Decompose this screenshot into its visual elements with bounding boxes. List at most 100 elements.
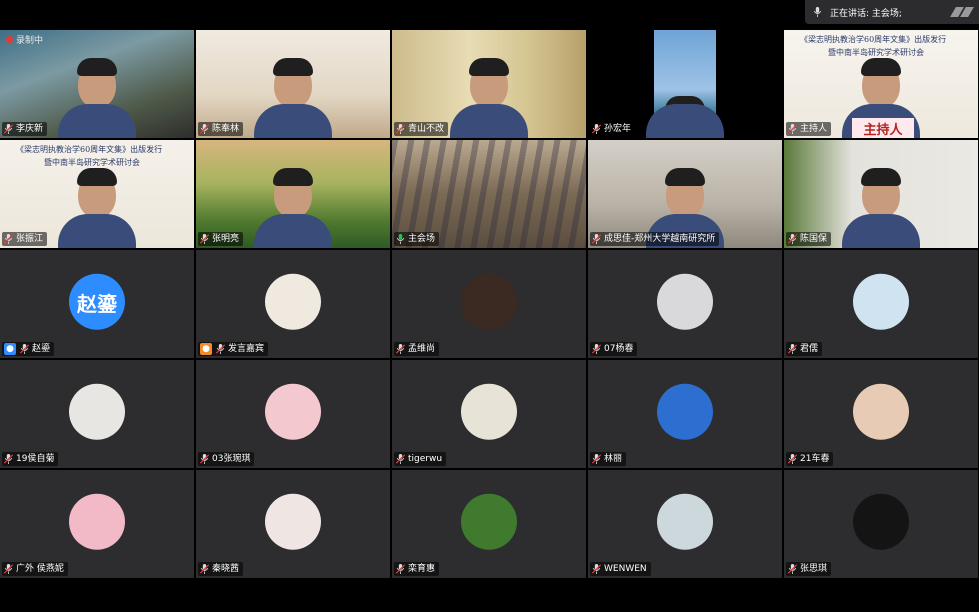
participant-tile[interactable]: 赵鎏 ● 赵鎏 <box>0 250 194 358</box>
mic-icon <box>788 234 797 244</box>
name-tag: 张振江 <box>2 232 48 246</box>
participant-video-figure <box>58 52 136 138</box>
participant-name: 21车春 <box>800 454 830 464</box>
mic-icon <box>592 234 601 244</box>
name-tag: 成思佳-郑州大学越南研究所 <box>590 232 720 246</box>
mic-icon <box>788 124 797 134</box>
participant-tile[interactable]: 《梁志明执教治学60周年文集》出版发行 暨中南半岛研究学术研讨会 张振江 <box>0 140 194 248</box>
participant-name: 陈国保 <box>800 234 828 244</box>
mic-icon <box>200 124 209 134</box>
participant-name: 赵鎏 <box>32 344 51 354</box>
participant-tile[interactable]: 张思琪 <box>784 470 978 578</box>
avatar <box>265 383 321 440</box>
participant-name: 张思琪 <box>800 564 828 574</box>
participant-tile[interactable]: 陈国保 <box>784 140 978 248</box>
participant-name: 广外 侯燕妮 <box>16 564 64 574</box>
participant-tile[interactable]: 秦晓茜 <box>196 470 390 578</box>
expand-icon[interactable] <box>950 7 974 17</box>
participant-name: 发言嘉宾 <box>228 344 265 354</box>
participant-tile[interactable]: 主会场 <box>392 140 586 248</box>
name-tag: 广外 侯燕妮 <box>2 562 68 576</box>
mic-icon <box>396 564 405 574</box>
gallery-view: 录制中 李庆新陈奉林 青山不改 孙宏年《梁志明执教治学60周年文集》出版发行 暨中南半岛… <box>0 30 979 580</box>
participant-name: 秦晓茜 <box>212 564 240 574</box>
participant-tile[interactable]: 03张琬琪 <box>196 360 390 468</box>
mic-icon <box>592 124 601 134</box>
participant-name: 君儒 <box>800 344 819 354</box>
participant-tile[interactable]: 栾育惠 <box>392 470 586 578</box>
participant-tile[interactable]: ● 发言嘉宾 <box>196 250 390 358</box>
participant-tile[interactable]: tigerwu <box>392 360 586 468</box>
name-tag: 21车春 <box>786 452 834 466</box>
mic-icon <box>788 344 797 354</box>
mic-active-icon <box>396 234 405 244</box>
avatar <box>853 383 909 440</box>
name-tag: 张明亮 <box>198 232 244 246</box>
avatar <box>657 383 713 440</box>
user-icon: ● <box>200 343 212 355</box>
name-tag: 主持人 <box>786 122 832 136</box>
mic-icon <box>200 454 209 464</box>
participant-name: 07杨春 <box>604 344 634 354</box>
mic-icon <box>4 564 13 574</box>
avatar <box>657 493 713 550</box>
participant-tile[interactable]: 成思佳-郑州大学越南研究所 <box>588 140 782 248</box>
avatar <box>265 493 321 550</box>
name-tag: WENWEN <box>590 562 651 576</box>
participant-tile[interactable]: 青山不改 <box>392 30 586 138</box>
name-tag: 陈国保 <box>786 232 832 246</box>
participant-name: 孟维尚 <box>408 344 436 354</box>
participant-video-figure <box>254 162 332 248</box>
mic-icon <box>592 454 601 464</box>
host-sign: 主持人 <box>852 118 914 138</box>
participant-tile[interactable]: 林丽 <box>588 360 782 468</box>
participant-tile[interactable]: 孟维尚 <box>392 250 586 358</box>
active-speaker-label: 正在讲话: 主会场; <box>830 8 902 19</box>
participant-name: 张振江 <box>16 234 44 244</box>
name-tag: 孟维尚 <box>394 342 440 356</box>
participant-name: 主持人 <box>800 124 828 134</box>
participant-tile[interactable]: 录制中 李庆新 <box>0 30 194 138</box>
participant-tile[interactable]: 《梁志明执教治学60周年文集》出版发行 暨中南半岛研究学术研讨会 主持人 主持人 <box>784 30 978 138</box>
participant-name: 栾育惠 <box>408 564 436 574</box>
participant-name: 陈奉林 <box>212 124 240 134</box>
participant-tile[interactable]: 孙宏年 <box>588 30 782 138</box>
participant-name: 李庆新 <box>16 124 44 134</box>
avatar <box>69 383 125 440</box>
avatar <box>461 493 517 550</box>
participant-tile[interactable]: 张明亮 <box>196 140 390 248</box>
mic-icon <box>200 564 209 574</box>
participant-tile[interactable]: WENWEN <box>588 470 782 578</box>
participant-video-figure <box>254 52 332 138</box>
name-tag: 栾育惠 <box>394 562 440 576</box>
name-tag: 张思琪 <box>786 562 832 576</box>
mic-icon <box>4 234 13 244</box>
name-tag: 秦晓茜 <box>198 562 244 576</box>
participant-name: 张明亮 <box>212 234 240 244</box>
participant-tile[interactable]: 21车春 <box>784 360 978 468</box>
mic-icon <box>592 344 601 354</box>
avatar <box>265 273 321 330</box>
participant-tile[interactable]: 广外 侯燕妮 <box>0 470 194 578</box>
participant-tile[interactable]: 19侯自菊 <box>0 360 194 468</box>
participant-name: WENWEN <box>604 564 647 574</box>
avatar: 赵鎏 <box>69 273 125 330</box>
name-tag: 青山不改 <box>394 122 449 136</box>
participant-video-figure <box>842 162 920 248</box>
mic-icon <box>813 7 822 17</box>
name-tag: 孙宏年 <box>590 122 636 136</box>
mic-icon <box>396 344 405 354</box>
mic-icon <box>592 564 601 574</box>
participant-tile[interactable]: 07杨春 <box>588 250 782 358</box>
participant-video-figure <box>646 90 724 138</box>
mic-icon <box>396 454 405 464</box>
mic-icon <box>200 234 209 244</box>
participant-tile[interactable]: 陈奉林 <box>196 30 390 138</box>
mic-icon <box>788 564 797 574</box>
participant-name: 03张琬琪 <box>212 454 251 464</box>
participant-tile[interactable]: 君儒 <box>784 250 978 358</box>
participant-name: 成思佳-郑州大学越南研究所 <box>604 234 716 244</box>
participant-name: 青山不改 <box>408 124 445 134</box>
name-tag: 主会场 <box>394 232 440 246</box>
participant-name: 林丽 <box>604 454 623 464</box>
